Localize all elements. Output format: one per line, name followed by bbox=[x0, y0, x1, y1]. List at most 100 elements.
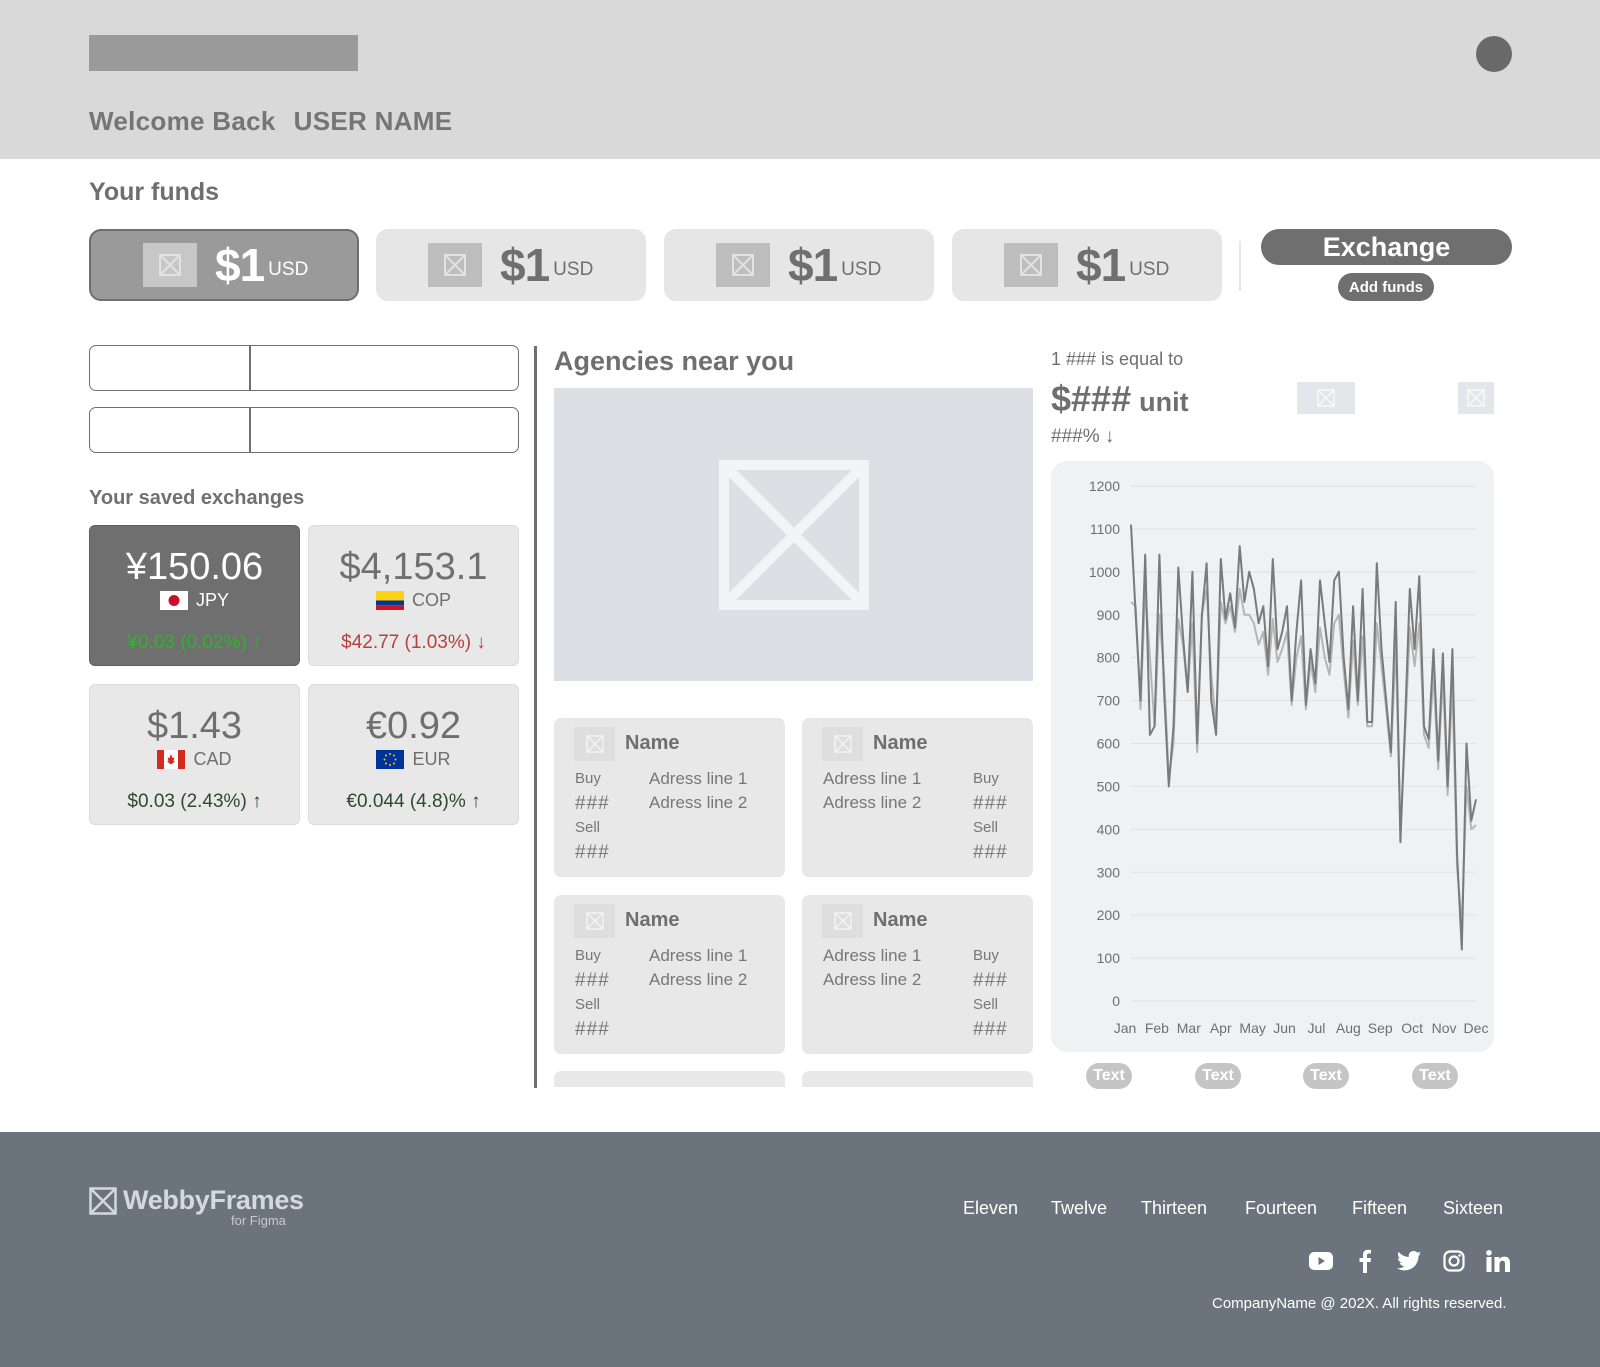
footer-link-twelve[interactable]: Twelve bbox=[1051, 1198, 1107, 1219]
fund-currency: USD bbox=[841, 259, 882, 280]
y-tick-label: 800 bbox=[1097, 650, 1121, 666]
saved-exchange-card-cop[interactable]: $4,153.1 COP $42.77 (1.03%) ↓ bbox=[308, 525, 519, 666]
change-value: $0.03 (2.43%) bbox=[127, 791, 247, 812]
footer-link-fifteen[interactable]: Fifteen bbox=[1352, 1198, 1407, 1219]
fund-card-2[interactable]: $1 USD bbox=[376, 229, 646, 301]
agency-list-overflow[interactable] bbox=[554, 1071, 1033, 1087]
address-line-2: Adress line 2 bbox=[649, 793, 748, 812]
chart-range-pill[interactable]: Text bbox=[1195, 1063, 1241, 1089]
x-tick-label: Jun bbox=[1273, 1020, 1296, 1036]
x-tick-label: Aug bbox=[1336, 1020, 1361, 1036]
logo-placeholder[interactable] bbox=[89, 35, 358, 71]
linkedin-icon[interactable] bbox=[1485, 1248, 1511, 1274]
buy-value: ### bbox=[575, 793, 610, 814]
instagram-icon[interactable] bbox=[1441, 1248, 1467, 1274]
x-tick-label: Apr bbox=[1210, 1020, 1232, 1036]
address-line-1: Adress line 1 bbox=[823, 769, 922, 788]
input-divider bbox=[249, 346, 251, 390]
address-line-2: Adress line 2 bbox=[823, 970, 922, 989]
saved-exchange-card-jpy[interactable]: ¥150.06 JPY ¥0.03 (0.02%) ↑ bbox=[89, 525, 300, 666]
y-tick-label: 100 bbox=[1097, 950, 1121, 966]
address-line-2: Adress line 2 bbox=[823, 793, 922, 812]
y-tick-label: 1200 bbox=[1089, 478, 1120, 494]
footer-link-eleven[interactable]: Eleven bbox=[963, 1198, 1018, 1219]
exchange-button[interactable]: Exchange bbox=[1261, 229, 1512, 265]
sell-value: ### bbox=[973, 842, 1008, 863]
map-placeholder[interactable] bbox=[554, 388, 1033, 681]
exchange-change: $0.03 (2.43%) ↑ bbox=[90, 791, 299, 813]
y-tick-label: 900 bbox=[1097, 607, 1121, 623]
saved-exchange-card-eur[interactable]: €0.92 EUR €0.044 (4.8)% ↑ bbox=[308, 684, 519, 825]
currency-image-icon bbox=[1004, 243, 1058, 287]
y-tick-label: 300 bbox=[1097, 864, 1121, 880]
fund-amount: $1 bbox=[788, 239, 838, 291]
brand-name: WebbyFrames bbox=[123, 1185, 304, 1215]
y-tick-label: 200 bbox=[1097, 907, 1121, 923]
currency-code: JPY bbox=[195, 590, 229, 610]
exchange-change: $42.77 (1.03%) ↓ bbox=[309, 632, 518, 654]
fund-card-3[interactable]: $1 USD bbox=[664, 229, 934, 301]
y-tick-label: 400 bbox=[1097, 821, 1121, 837]
twitter-icon[interactable] bbox=[1396, 1248, 1422, 1274]
change-value: $42.77 (1.03%) bbox=[341, 632, 472, 653]
x-tick-label: Oct bbox=[1401, 1020, 1423, 1036]
agency-image-icon bbox=[822, 904, 863, 938]
brand-subtitle: for Figma bbox=[231, 1213, 286, 1228]
exchange-value: ¥150.06 bbox=[125, 546, 264, 588]
rate-image-icon[interactable] bbox=[1297, 382, 1355, 414]
rate-image-icon[interactable] bbox=[1458, 382, 1494, 414]
change-value: ¥0.03 (0.02%) bbox=[127, 632, 247, 653]
agency-card[interactable]: Name Adress line 1 Adress line 2 Buy ###… bbox=[802, 895, 1033, 1054]
exchange-currency: EUR bbox=[309, 749, 518, 770]
sell-value: ### bbox=[575, 1019, 610, 1040]
agency-name: Name bbox=[625, 909, 680, 931]
rate-value: $### unit bbox=[1051, 378, 1189, 420]
rate-label: 1 ### is equal to bbox=[1051, 349, 1184, 369]
sell-value: ### bbox=[575, 842, 610, 863]
saved-exchange-card-cad[interactable]: $1.43 CAD $0.03 (2.43%) ↑ bbox=[89, 684, 300, 825]
x-tick-label: Mar bbox=[1177, 1020, 1201, 1036]
exchange-value: $4,153.1 bbox=[339, 546, 488, 588]
facebook-icon[interactable] bbox=[1352, 1248, 1378, 1274]
exchange-input-from[interactable] bbox=[89, 345, 519, 391]
exchange-input-to[interactable] bbox=[89, 407, 519, 453]
x-tick-label: Nov bbox=[1432, 1020, 1457, 1036]
column-divider bbox=[534, 346, 537, 1088]
fund-currency: USD bbox=[1129, 259, 1170, 280]
buy-value: ### bbox=[973, 970, 1008, 991]
add-funds-button[interactable]: Add funds bbox=[1338, 273, 1434, 301]
rate-chart: 0 100 200 300 400 500 600 700 800 900 1000 1100 1200… bbox=[1051, 461, 1494, 1052]
brand-logo[interactable]: WebbyFrames bbox=[89, 1185, 304, 1216]
x-tick-label: Dec bbox=[1464, 1020, 1489, 1036]
agency-card[interactable]: Name Buy ### Sell ### Adress line 1 Adre… bbox=[554, 895, 785, 1054]
exchange-currency: JPY bbox=[90, 590, 299, 611]
currency-code: CAD bbox=[193, 749, 232, 769]
sell-value: ### bbox=[973, 1019, 1008, 1040]
footer-link-thirteen[interactable]: Thirteen bbox=[1141, 1198, 1207, 1219]
agency-card[interactable]: Name Buy ### Sell ### Adress line 1 Adre… bbox=[554, 718, 785, 877]
chart-range-pill[interactable]: Text bbox=[1303, 1063, 1349, 1089]
chart-range-pill[interactable]: Text bbox=[1086, 1063, 1132, 1089]
footer-link-fourteen[interactable]: Fourteen bbox=[1245, 1198, 1317, 1219]
exchange-value: $1.43 bbox=[146, 705, 243, 747]
agency-card[interactable]: Name Adress line 1 Adress line 2 Buy ###… bbox=[802, 718, 1033, 877]
footer-link-sixteen[interactable]: Sixteen bbox=[1443, 1198, 1503, 1219]
fund-card-1[interactable]: $1 USD bbox=[89, 229, 359, 301]
buy-label: Buy bbox=[575, 947, 601, 964]
currency-image-icon bbox=[143, 243, 197, 287]
colombia-flag-icon bbox=[375, 591, 404, 610]
address-line-1: Adress line 1 bbox=[649, 946, 748, 965]
avatar[interactable] bbox=[1476, 36, 1512, 72]
fund-amount: $1 bbox=[500, 239, 550, 291]
address-line-2: Adress line 2 bbox=[649, 970, 748, 989]
address-line-1: Adress line 1 bbox=[649, 769, 748, 788]
youtube-icon[interactable] bbox=[1308, 1248, 1334, 1274]
buy-label: Buy bbox=[973, 947, 999, 964]
fund-currency: USD bbox=[268, 259, 309, 280]
x-tick-label: Sep bbox=[1368, 1020, 1393, 1036]
funds-scroll-divider bbox=[1239, 241, 1241, 291]
fund-card-4[interactable]: $1 USD bbox=[952, 229, 1222, 301]
buy-label: Buy bbox=[973, 770, 999, 787]
agencies-title: Agencies near you bbox=[554, 346, 795, 376]
chart-range-pill[interactable]: Text bbox=[1412, 1063, 1458, 1089]
